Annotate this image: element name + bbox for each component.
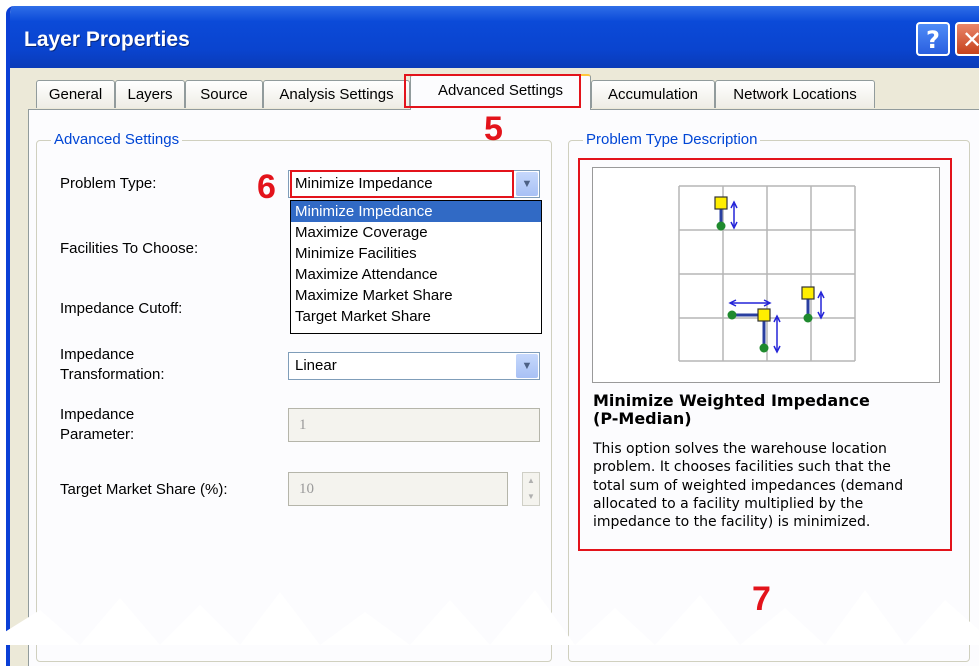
tab-accumulation[interactable]: Accumulation [591,80,715,108]
impedance-parameter-label-line1: Impedance [60,406,135,423]
window-title: Layer Properties [24,28,190,51]
target-market-share-value: 10 [299,481,314,497]
impedance-parameter-label-line2: Parameter: [60,426,135,443]
target-market-share-label: Target Market Share (%): [60,481,228,498]
problem-type-description-group-title: Problem Type Description [583,131,761,148]
spin-down-icon[interactable]: ▼ [523,492,539,501]
option-minimize-facilities[interactable]: Minimize Facilities [291,243,541,264]
chevron-down-icon[interactable]: ▼ [516,354,538,378]
impedance-transformation-label-line2: Transformation: [60,366,165,383]
combo-highlight-box [290,170,514,198]
description-highlight-box [578,158,952,551]
target-market-share-input[interactable]: 10 [288,472,508,506]
title-bar[interactable]: Layer Properties ? ✕ [10,6,979,68]
step-number-6: 6 [257,168,276,206]
facilities-to-choose-label: Facilities To Choose: [60,240,199,257]
tab-source[interactable]: Source [185,80,263,108]
tab-general[interactable]: General [36,80,115,108]
option-maximize-attendance[interactable]: Maximize Attendance [291,264,541,285]
step-number-5: 5 [484,110,503,148]
help-button[interactable]: ? [916,22,950,56]
problem-type-dropdown-list[interactable]: Minimize Impedance Maximize Coverage Min… [290,200,542,334]
advanced-settings-group-title: Advanced Settings [51,131,183,148]
close-button[interactable]: ✕ [955,22,979,56]
impedance-cutoff-label: Impedance Cutoff: [60,300,183,317]
option-minimize-impedance[interactable]: Minimize Impedance [291,201,541,222]
step-number-7: 7 [752,580,771,618]
option-target-market-share[interactable]: Target Market Share [291,306,541,327]
tab-highlight-box [404,74,581,108]
option-maximize-coverage[interactable]: Maximize Coverage [291,222,541,243]
spin-up-icon[interactable]: ▲ [523,476,539,485]
tab-layers[interactable]: Layers [115,80,185,108]
impedance-transformation-value: Linear [295,357,337,374]
tab-analysis-settings[interactable]: Analysis Settings [263,80,410,108]
problem-type-label: Problem Type: [60,175,157,192]
impedance-parameter-input[interactable]: 1 [288,408,540,442]
target-market-share-spinner[interactable]: ▲ ▼ [522,472,540,506]
impedance-transformation-label-line1: Impedance [60,346,135,363]
impedance-parameter-value: 1 [299,417,307,433]
chevron-down-icon[interactable]: ▼ [516,172,538,196]
impedance-transformation-combo[interactable]: Linear ▼ [288,352,540,380]
option-maximize-market-share[interactable]: Maximize Market Share [291,285,541,306]
tab-network-locations[interactable]: Network Locations [715,80,875,108]
